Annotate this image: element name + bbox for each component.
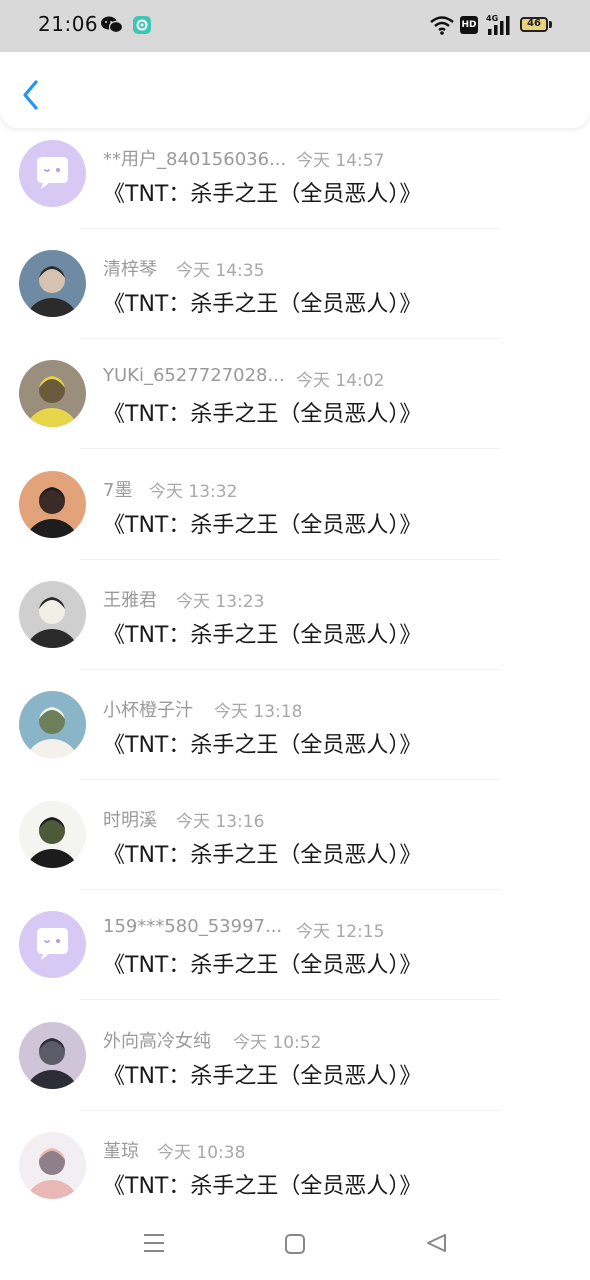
- comment-username[interactable]: **用户_840156036...: [103, 145, 286, 171]
- comment-item[interactable]: 159***580_53997... 今天 12:15 《TNT：杀手之王（全员恶人…: [0, 899, 590, 1009]
- comment-timestamp: 今天 10:38: [157, 1142, 246, 1163]
- battery-level: 46: [527, 18, 541, 29]
- comment-text: 《TNT：杀手之王（全员恶人）》: [103, 953, 422, 979]
- comment-username[interactable]: YUKi_6527727028...: [103, 365, 285, 386]
- comment-username[interactable]: 时明溪: [103, 806, 157, 832]
- divider: [80, 448, 500, 450]
- menu-icon[interactable]: [143, 1232, 165, 1254]
- status-time: 21:06: [38, 12, 99, 36]
- divider: [80, 668, 500, 670]
- app-notification-icon: [133, 16, 151, 34]
- comment-timestamp: 今天 14:35: [176, 261, 265, 282]
- wifi-icon: [430, 16, 454, 35]
- comment-text: 《TNT：杀手之王（全员恶人）》: [103, 843, 422, 869]
- comment-text: 《TNT：杀手之王（全员恶人）》: [103, 512, 422, 538]
- divider: [80, 228, 500, 229]
- comment-text: 《TNT：杀手之王（全员恶人）》: [103, 733, 422, 758]
- avatar[interactable]: [19, 1131, 86, 1199]
- user-photo-avatar: [19, 1021, 86, 1089]
- divider: [80, 1109, 500, 1111]
- comment-item[interactable]: 7墨 今天 13:32 《TNT：杀手之王（全员恶人）》: [0, 459, 590, 569]
- user-photo-avatar: [19, 1131, 86, 1199]
- comment-text: 《TNT：杀手之王（全员恶人）》: [103, 1173, 422, 1199]
- divider: [80, 999, 500, 1001]
- avatar[interactable]: [19, 1021, 86, 1089]
- comment-text: 《TNT：杀手之王（全员恶人）》: [103, 622, 422, 648]
- avatar[interactable]: [19, 911, 86, 979]
- user-photo-avatar: [19, 691, 86, 758]
- divider: [80, 558, 500, 560]
- back-triangle-icon[interactable]: [425, 1232, 447, 1254]
- battery-tip: [549, 21, 552, 28]
- comment-username[interactable]: 堇琼: [103, 1137, 139, 1163]
- network-type: 4G: [486, 14, 498, 23]
- comment-item[interactable]: 王雅君 今天 13:23 《TNT：杀手之王（全员恶人）》: [0, 569, 590, 679]
- comment-timestamp: 今天 13:16: [176, 812, 265, 833]
- comment-timestamp: 今天 12:15: [296, 922, 385, 943]
- comment-text: 《TNT：杀手之王（全员恶人）》: [103, 402, 422, 428]
- comment-username[interactable]: 清梓琴: [103, 255, 157, 281]
- comment-timestamp: 今天 10:52: [233, 1032, 322, 1053]
- comment-item[interactable]: 时明溪 今天 13:16 《TNT：杀手之王（全员恶人）》: [0, 789, 590, 899]
- user-photo-avatar: [19, 360, 86, 428]
- divider: [80, 779, 500, 780]
- user-photo-avatar: [19, 250, 86, 318]
- user-photo-avatar: [19, 580, 86, 648]
- avatar[interactable]: [19, 691, 86, 758]
- comment-timestamp: 今天 14:02: [296, 371, 385, 392]
- user-photo-avatar: [19, 801, 86, 869]
- comment-text: 《TNT：杀手之王（全员恶人）》: [103, 182, 422, 207]
- avatar[interactable]: [19, 580, 86, 648]
- comment-item[interactable]: **用户_840156036... 今天 14:57 《TNT：杀手之王（全员恶人）…: [0, 128, 590, 238]
- comment-item[interactable]: 外向高冷女纯 今天 10:52 《TNT：杀手之王（全员恶人）》: [0, 1010, 590, 1120]
- avatar[interactable]: [19, 470, 86, 538]
- comment-item[interactable]: YUKi_6527727028... 今天 14:02 《TNT：杀手之王（全员恶人…: [0, 348, 590, 458]
- comment-username[interactable]: 外向高冷女纯: [103, 1027, 211, 1053]
- divider: [80, 889, 500, 891]
- divider: [80, 338, 500, 340]
- avatar[interactable]: [19, 250, 86, 318]
- comment-timestamp: 今天 13:32: [149, 481, 238, 502]
- comment-username[interactable]: 159***580_53997...: [103, 916, 282, 937]
- comment-username[interactable]: 小杯橙子汁: [103, 696, 193, 722]
- home-square-icon[interactable]: [284, 1233, 306, 1255]
- battery-indicator: 46: [520, 17, 548, 32]
- navigation-bar: [0, 1210, 590, 1280]
- comment-username[interactable]: 王雅君: [103, 586, 157, 612]
- comment-item[interactable]: 清梓琴 今天 14:35 《TNT：杀手之王（全员恶人）》: [0, 238, 590, 348]
- comment-timestamp: 今天 13:23: [176, 591, 265, 612]
- comment-text: 《TNT：杀手之王（全员恶人）》: [103, 292, 422, 318]
- comment-timestamp: 今天 13:18: [214, 702, 303, 722]
- user-photo-avatar: [19, 470, 86, 538]
- avatar[interactable]: [19, 801, 86, 869]
- avatar[interactable]: [19, 140, 86, 207]
- comment-username[interactable]: 7墨: [103, 476, 132, 502]
- default-avatar-chat-icon: [19, 911, 86, 979]
- default-avatar-chat-icon: [19, 140, 86, 207]
- comment-item[interactable]: 小杯橙子汁 今天 13:18 《TNT：杀手之王（全员恶人）》: [0, 679, 590, 789]
- hd-badge: HD: [460, 16, 478, 34]
- chevron-left-icon[interactable]: [20, 78, 42, 112]
- comment-timestamp: 今天 14:57: [296, 151, 385, 171]
- comment-text: 《TNT：杀手之王（全员恶人）》: [103, 1063, 422, 1089]
- wechat-icon: [101, 16, 124, 34]
- signal-icon: 4G: [486, 14, 510, 35]
- status-bar: 21:06 HD 4G 46: [0, 0, 590, 52]
- header: [0, 52, 590, 128]
- avatar[interactable]: [19, 360, 86, 428]
